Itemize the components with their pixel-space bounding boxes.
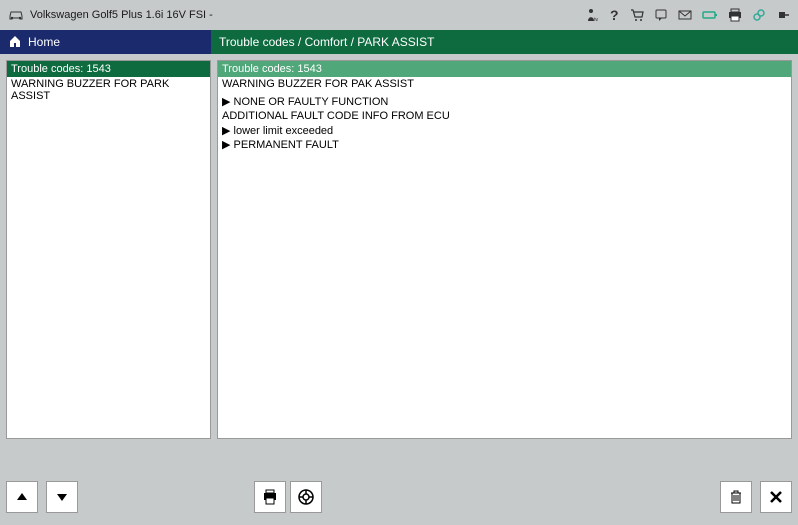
link-icon[interactable] bbox=[752, 8, 766, 22]
lifebuoy-button[interactable] bbox=[290, 481, 322, 513]
print-button[interactable] bbox=[254, 481, 286, 513]
detail-line: ▶ lower limit exceeded bbox=[222, 124, 787, 138]
topbar: Volkswagen Golf5 Plus 1.6i 16V FSI - tw … bbox=[0, 0, 798, 30]
detail-header: Trouble codes: 1543 bbox=[218, 61, 791, 77]
home-icon bbox=[8, 34, 22, 51]
vehicle-title: Volkswagen Golf5 Plus 1.6i 16V FSI - bbox=[30, 9, 213, 21]
bottombar bbox=[6, 481, 792, 513]
topbar-left: Volkswagen Golf5 Plus 1.6i 16V FSI - bbox=[8, 9, 586, 21]
delete-button[interactable] bbox=[720, 481, 752, 513]
detail-subheader: WARNING BUZZER FOR PAK ASSIST bbox=[218, 77, 791, 91]
close-button[interactable] bbox=[760, 481, 792, 513]
detail-line: ADDITIONAL FAULT CODE INFO FROM ECU bbox=[222, 109, 787, 123]
navbar: Home Trouble codes / Comfort / PARK ASSI… bbox=[0, 30, 798, 54]
svg-text:?: ? bbox=[610, 8, 619, 22]
breadcrumb: Trouble codes / Comfort / PARK ASSIST bbox=[211, 30, 798, 54]
detail-line: ▶ PERMANENT FAULT bbox=[222, 138, 787, 152]
detail-line: ▶ NONE OR FAULTY FUNCTION bbox=[222, 95, 787, 109]
code-list-item[interactable]: WARNING BUZZER FOR PARK ASSIST bbox=[7, 77, 210, 103]
connector-icon[interactable] bbox=[776, 8, 790, 22]
breadcrumb-text: Trouble codes / Comfort / PARK ASSIST bbox=[219, 35, 434, 49]
person-icon[interactable]: tw bbox=[586, 8, 598, 22]
svg-text:tw: tw bbox=[594, 17, 598, 22]
mail-icon[interactable] bbox=[678, 9, 692, 21]
printer-icon[interactable] bbox=[728, 8, 742, 22]
topbar-right: tw ? bbox=[586, 8, 790, 22]
detail-panel: Trouble codes: 1543 WARNING BUZZER FOR P… bbox=[217, 60, 792, 439]
nav-arrows bbox=[6, 481, 78, 513]
detail-body: ▶ NONE OR FAULTY FUNCTION ADDITIONAL FAU… bbox=[218, 91, 791, 156]
code-list-header: Trouble codes: 1543 bbox=[7, 61, 210, 77]
feedback-icon[interactable] bbox=[654, 8, 668, 22]
code-list-panel: Trouble codes: 1543 WARNING BUZZER FOR P… bbox=[6, 60, 211, 439]
car-icon bbox=[8, 9, 24, 21]
cart-icon[interactable] bbox=[630, 8, 644, 22]
battery-icon[interactable] bbox=[702, 10, 718, 20]
content-area: Trouble codes: 1543 WARNING BUZZER FOR P… bbox=[0, 54, 798, 445]
help-icon[interactable]: ? bbox=[608, 8, 620, 22]
home-button[interactable]: Home bbox=[0, 30, 211, 54]
down-button[interactable] bbox=[46, 481, 78, 513]
up-button[interactable] bbox=[6, 481, 38, 513]
home-label: Home bbox=[28, 35, 60, 49]
